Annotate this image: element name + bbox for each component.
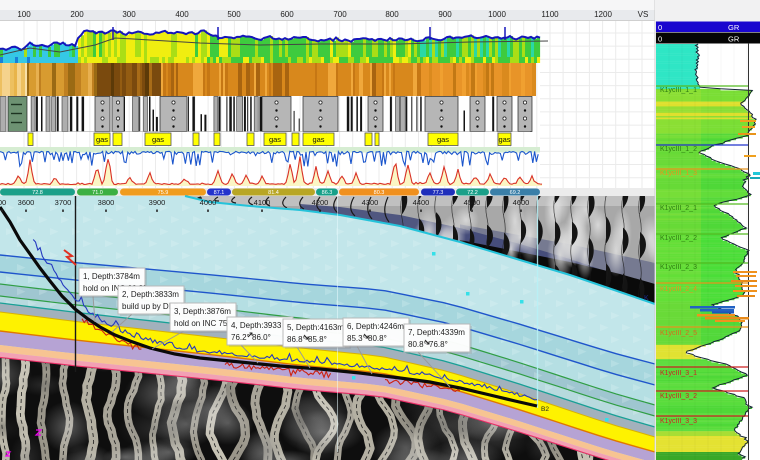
svg-text:2, Depth:3833m: 2, Depth:3833m — [122, 290, 179, 299]
svg-text:3800: 3800 — [98, 198, 115, 207]
svg-text:gas: gas — [96, 135, 108, 144]
svg-text:300: 300 — [122, 10, 136, 19]
svg-text:4000: 4000 — [200, 198, 217, 207]
svg-text:K: K — [644, 295, 649, 302]
svg-text:72.2: 72.2 — [467, 190, 478, 196]
svg-text:6, Depth:4246m: 6, Depth:4246m — [347, 322, 404, 331]
svg-text:hold on INC 75°: hold on INC 75° — [174, 319, 231, 328]
svg-text:K1ycIII_3_1: K1ycIII_3_1 — [660, 370, 697, 377]
svg-text:VS: VS — [638, 10, 649, 19]
svg-text:800: 800 — [385, 10, 399, 19]
svg-text:86.3: 86.3 — [322, 190, 333, 196]
svg-text:4100: 4100 — [254, 198, 271, 207]
svg-text:4500: 4500 — [464, 198, 481, 207]
svg-text:K1ycIII_2_1: K1ycIII_2_1 — [660, 205, 697, 212]
svg-text:5, Depth:4163m: 5, Depth:4163m — [287, 323, 344, 332]
svg-text:4300: 4300 — [362, 198, 379, 207]
svg-text:GR: GR — [728, 35, 740, 44]
svg-text:200: 200 — [70, 10, 84, 19]
svg-text:700: 700 — [333, 10, 347, 19]
svg-text:4600: 4600 — [513, 198, 530, 207]
svg-text:81.4: 81.4 — [268, 190, 279, 196]
svg-text:1000: 1000 — [488, 10, 506, 19]
svg-text:K1ycIII_2_3: K1ycIII_2_3 — [660, 264, 697, 271]
svg-text:80.8° 76.8°: 80.8° 76.8° — [408, 340, 448, 349]
svg-text:1100: 1100 — [541, 10, 559, 19]
svg-text:72.8: 72.8 — [32, 190, 43, 196]
svg-text:500: 500 — [227, 10, 241, 19]
svg-text:0: 0 — [658, 23, 662, 32]
svg-text:4, Depth:3933: 4, Depth:3933 — [231, 321, 282, 330]
svg-text:0: 0 — [658, 35, 662, 44]
svg-text:600: 600 — [280, 10, 294, 19]
svg-text:gas: gas — [437, 135, 449, 144]
svg-text:80.3: 80.3 — [374, 190, 385, 196]
svg-text:K1ycIII_2_5: K1ycIII_2_5 — [660, 330, 697, 337]
svg-text:3700: 3700 — [55, 198, 72, 207]
svg-text:86.8° 85.8°: 86.8° 85.8° — [287, 335, 327, 344]
svg-text:K1ycIII_1_1: K1ycIII_1_1 — [660, 87, 697, 94]
svg-text:1200: 1200 — [594, 10, 612, 19]
svg-text:3, Depth:3876m: 3, Depth:3876m — [174, 307, 231, 316]
svg-text:100: 100 — [17, 10, 31, 19]
svg-text:75.9: 75.9 — [158, 190, 169, 196]
svg-text:K1ycIII_3_2: K1ycIII_3_2 — [660, 393, 697, 400]
svg-text:GR: GR — [728, 23, 740, 32]
svg-text:4400: 4400 — [413, 198, 430, 207]
svg-text:gas: gas — [498, 135, 510, 144]
svg-text:gas: gas — [269, 135, 281, 144]
svg-text:K1ycIII_1_3: K1ycIII_1_3 — [660, 170, 697, 177]
svg-text:B2: B2 — [541, 406, 549, 413]
svg-text:71.0: 71.0 — [92, 190, 103, 196]
svg-text:K1ycIII_2_4: K1ycIII_2_4 — [660, 286, 697, 293]
svg-text:K1ycIII_3_3: K1ycIII_3_3 — [660, 418, 697, 425]
svg-text:3900: 3900 — [149, 198, 166, 207]
svg-text:400: 400 — [175, 10, 189, 19]
svg-text:K1ycIII_1_2: K1ycIII_1_2 — [660, 146, 697, 153]
svg-text:69.2: 69.2 — [510, 190, 521, 196]
svg-text:K1ycIII_2_2: K1ycIII_2_2 — [660, 235, 697, 242]
svg-text:gas: gas — [312, 135, 324, 144]
svg-text:00: 00 — [0, 198, 6, 207]
svg-text:1, Depth:3784m: 1, Depth:3784m — [83, 272, 140, 281]
svg-text:7, Depth:4339m: 7, Depth:4339m — [408, 328, 465, 337]
svg-text:87.1: 87.1 — [214, 190, 225, 196]
svg-text:3600: 3600 — [18, 198, 35, 207]
svg-text:85.3° 80.8°: 85.3° 80.8° — [347, 334, 387, 343]
svg-text:gas: gas — [152, 135, 164, 144]
svg-text:900: 900 — [438, 10, 452, 19]
svg-text:77.3: 77.3 — [433, 190, 444, 196]
svg-text:4200: 4200 — [312, 198, 329, 207]
